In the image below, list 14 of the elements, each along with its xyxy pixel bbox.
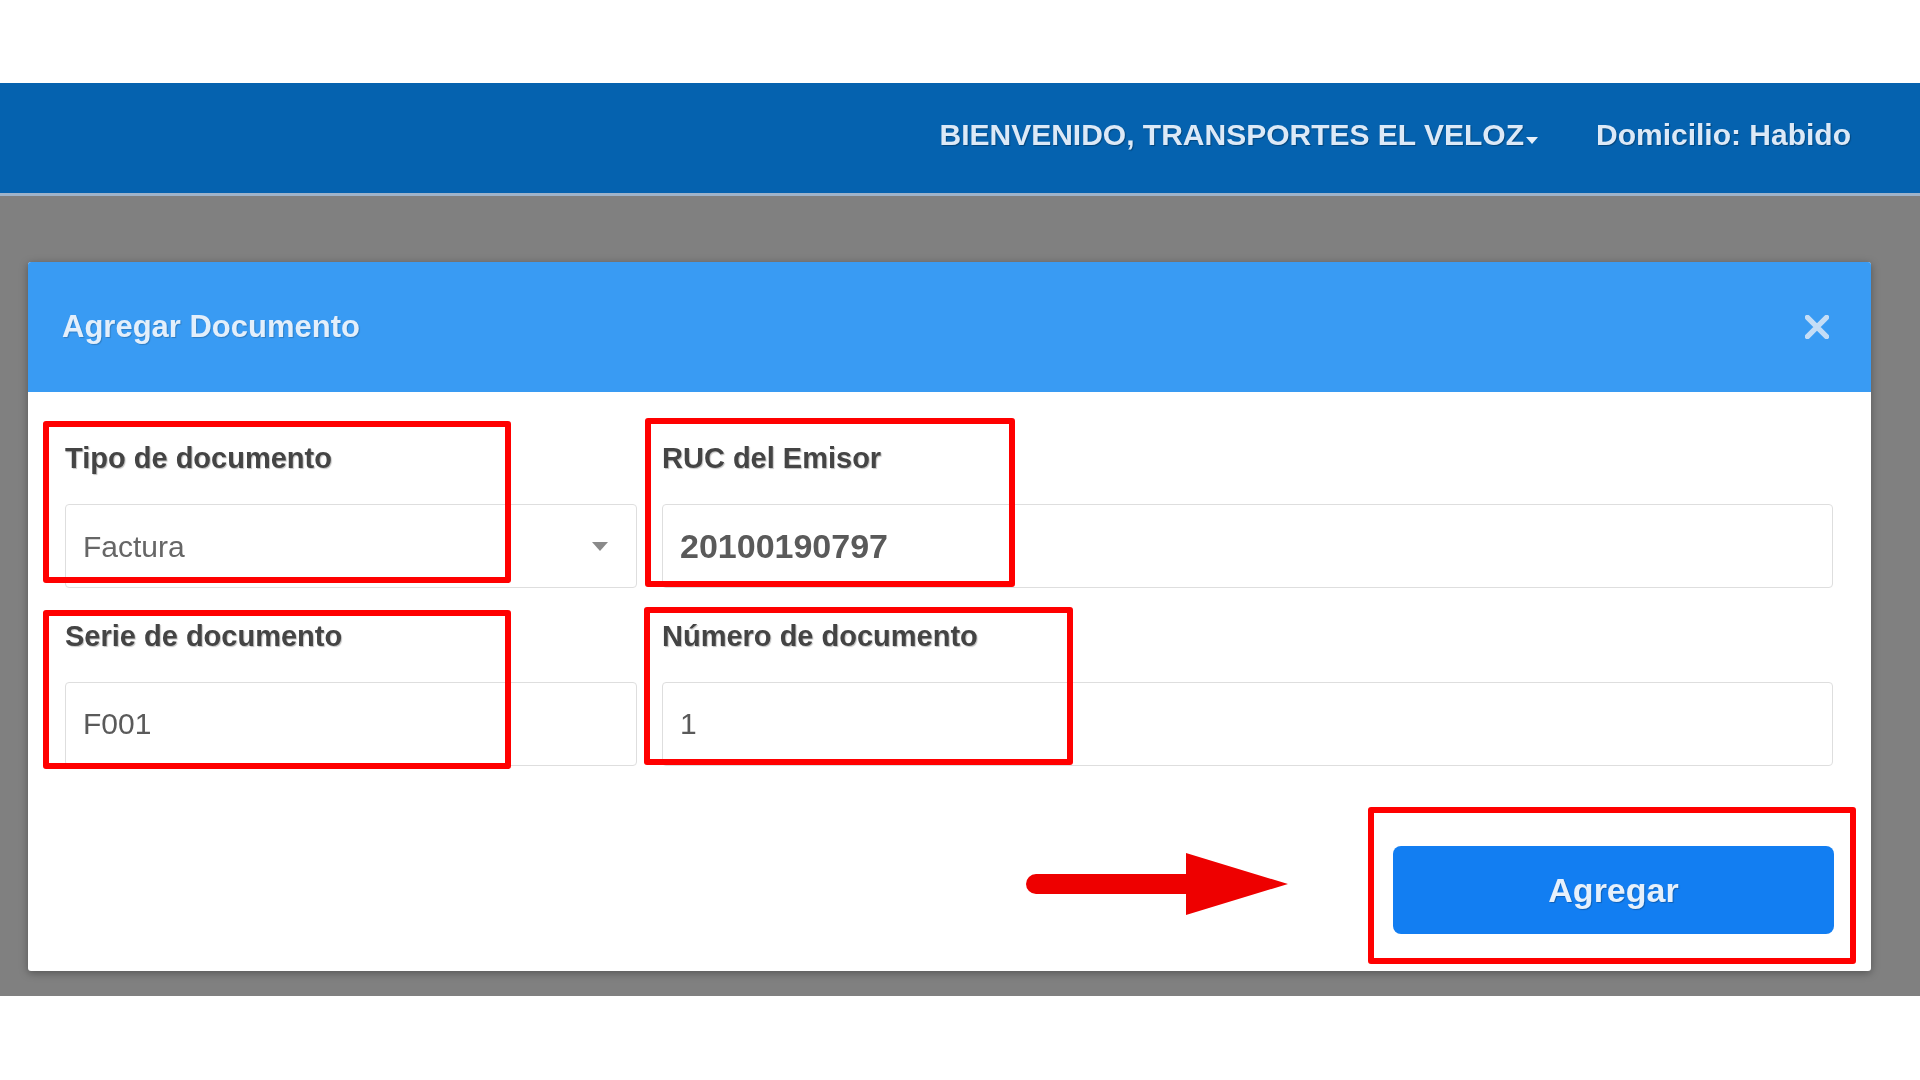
field-label: RUC del Emisor	[662, 441, 882, 476]
text-input-field[interactable]: 1	[662, 682, 1833, 766]
field-label: Tipo de documento	[65, 441, 332, 476]
text-input-field[interactable]: F001	[65, 682, 637, 766]
field-label: Número de documento	[662, 619, 978, 654]
caret-down-icon[interactable]	[1526, 136, 1538, 144]
dialog-title: Agregar Documento	[62, 307, 360, 346]
close-icon	[1805, 315, 1829, 339]
address-status-text: Domicilio: Habido	[1596, 116, 1851, 153]
text-input-field[interactable]: 20100190797	[662, 504, 1833, 588]
welcome-text[interactable]: BIENVENIDO, TRANSPORTES EL VELOZ	[939, 111, 1524, 157]
document-type-select[interactable]: Factura	[65, 504, 637, 588]
field-label: Serie de documento	[65, 619, 343, 654]
caret-down-icon	[592, 541, 608, 551]
